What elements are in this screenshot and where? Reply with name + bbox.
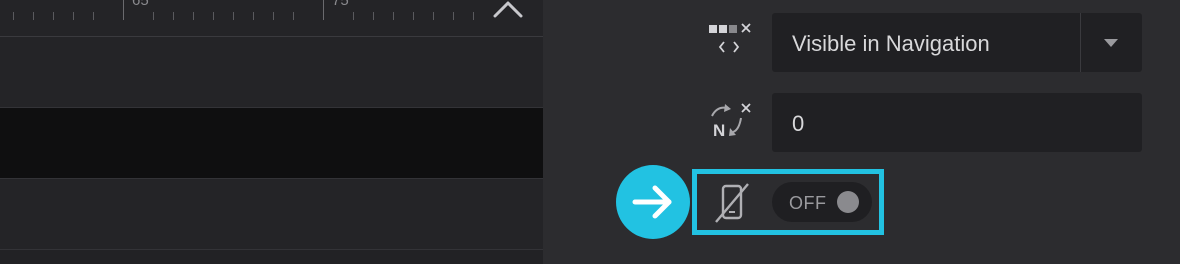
ruler-tick [73, 12, 74, 20]
dropdown-divider [1080, 13, 1081, 72]
pointer-arrow-badge [616, 165, 690, 239]
ruler-tick [273, 12, 274, 20]
timeline-track[interactable] [0, 179, 543, 250]
collapse-button[interactable] [490, 0, 526, 24]
toggle-knob [837, 191, 859, 213]
toggle-state-label: OFF [789, 193, 827, 213]
ruler-tick [53, 12, 54, 20]
chevron-up-icon [493, 1, 523, 18]
visibility-select[interactable]: Visible in Navigation [772, 13, 1142, 72]
settings-panel: Visible in Navigation N 0 OFF [543, 0, 1180, 264]
ruler-label: 65 [132, 0, 149, 9]
ruler-tick [13, 12, 14, 20]
arrow-right-icon [632, 185, 672, 219]
ruler-tick [393, 12, 394, 20]
ruler-tick [253, 12, 254, 20]
ruler-label: 75 [332, 0, 349, 9]
timeline-track-selected[interactable] [0, 108, 543, 179]
timeline-track[interactable] [0, 250, 543, 264]
ruler-tick [93, 12, 94, 20]
mobile-toggle[interactable]: OFF [772, 182, 872, 222]
ruler-tick [153, 12, 154, 20]
navigation-number-icon: N [705, 100, 753, 144]
ruler-tick-major [123, 0, 124, 20]
ruler-tick [413, 12, 414, 20]
ruler-tick [473, 12, 474, 20]
timeline-area: 65 75 [0, 0, 543, 264]
visibility-icon [705, 20, 753, 64]
visibility-select-value: Visible in Navigation [792, 31, 990, 56]
ruler-tick [193, 12, 194, 20]
ruler-tick-major [323, 0, 324, 20]
navigation-index-input[interactable]: 0 [772, 93, 1142, 152]
dropdown-arrow-icon[interactable] [1104, 39, 1118, 47]
ruler-tick [33, 12, 34, 20]
timeline-track[interactable] [0, 37, 543, 108]
ruler-tick [353, 12, 354, 20]
ruler-tick [173, 12, 174, 20]
mobile-off-icon [711, 181, 759, 225]
timeline-ruler[interactable]: 65 75 [0, 0, 543, 37]
ruler-tick [433, 12, 434, 20]
ruler-tick [213, 12, 214, 20]
ruler-tick [293, 12, 294, 20]
ruler-tick [453, 12, 454, 20]
svg-text:N: N [713, 121, 725, 140]
ruler-tick [373, 12, 374, 20]
ruler-tick [233, 12, 234, 20]
